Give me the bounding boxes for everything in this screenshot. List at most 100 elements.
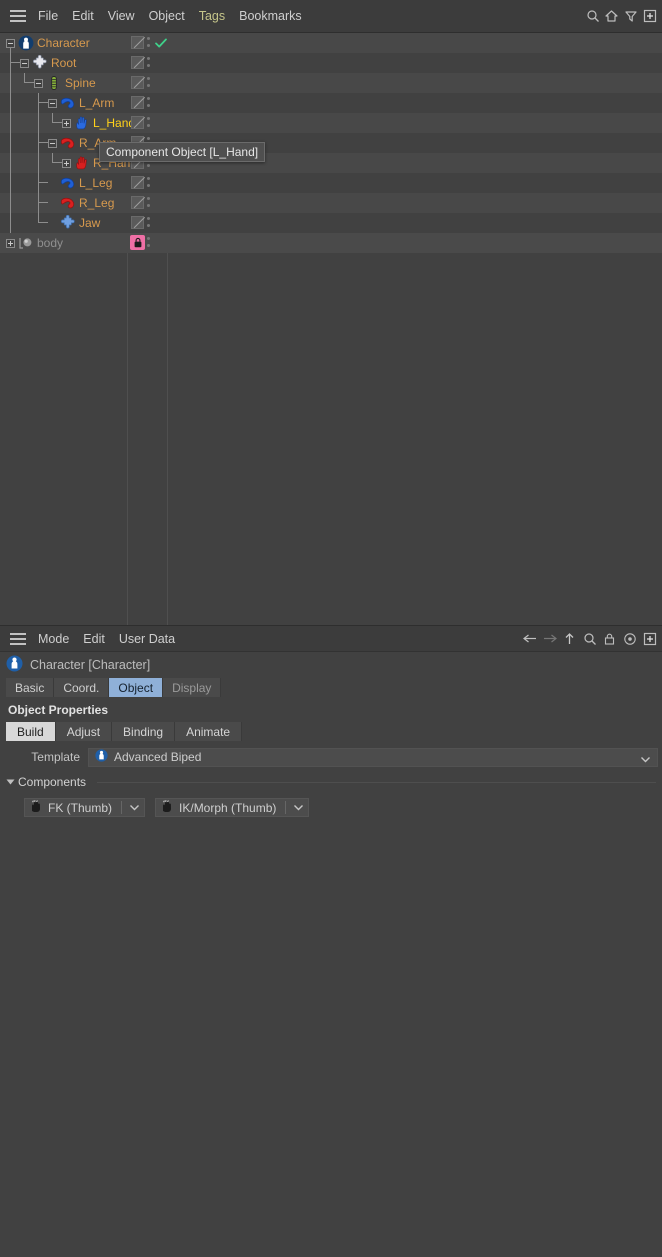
expander-r_arm[interactable] [48,139,57,148]
object-row-l_hand[interactable]: L_Hand [0,113,662,133]
home-icon[interactable] [603,6,620,26]
attribute-manager: Mode Edit User Data [0,625,662,1257]
check-icon[interactable] [154,36,168,50]
component-button-fk-thumb[interactable]: FK (Thumb) [24,798,145,817]
components-group-header[interactable]: Components [0,768,662,791]
tag-slot-button[interactable] [131,176,144,189]
chevron-down-icon[interactable] [640,753,651,767]
attribute-object-header: Character [Character] [0,652,662,678]
puzzle-white-icon [32,55,48,71]
menu-user-data[interactable]: User Data [112,629,182,649]
tree-connector [38,133,39,153]
tag-slot-button[interactable] [131,196,144,209]
row-options-dots[interactable] [147,117,151,130]
leg-red-icon [60,195,76,211]
row-options-dots[interactable] [147,217,151,230]
chevron-down-icon[interactable] [293,801,304,815]
menu-edit[interactable]: Edit [65,6,101,26]
add-box-icon[interactable] [641,6,658,26]
object-row-root[interactable]: Root [0,53,662,73]
menu-bookmarks[interactable]: Bookmarks [232,6,309,26]
subtab-binding[interactable]: Binding [112,722,175,741]
row-options-dots[interactable] [147,237,151,250]
object-name-label: Jaw [79,213,100,233]
menu-object[interactable]: Object [142,6,192,26]
expander-body[interactable] [6,239,15,248]
expander-r_hand[interactable] [62,159,71,168]
tree-connector [38,202,48,203]
template-dropdown[interactable]: Advanced Biped [88,748,658,767]
object-name-label: R_Leg [79,193,114,213]
tab-display[interactable]: Display [163,678,221,697]
tag-slot-button[interactable] [131,76,144,89]
hamburger-icon[interactable] [5,629,31,648]
object-row-r_leg[interactable]: R_Leg [0,193,662,213]
object-row-spine[interactable]: Spine [0,73,662,93]
menu-view[interactable]: View [101,6,142,26]
search-icon[interactable] [581,629,598,649]
row-options-dots[interactable] [147,177,151,190]
lock-icon[interactable] [130,235,145,250]
object-row-l_leg[interactable]: L_Leg [0,173,662,193]
menu-mode[interactable]: Mode [31,629,76,649]
triangle-down-icon[interactable] [7,780,15,785]
tree-connector [38,182,48,183]
subtab-adjust[interactable]: Adjust [56,722,112,741]
menu-tags[interactable]: Tags [192,6,232,26]
target-icon[interactable] [621,629,638,649]
tree-connector [38,173,39,193]
filter-icon[interactable] [622,6,639,26]
row-options-dots[interactable] [147,77,151,90]
template-value: Advanced Biped [114,750,201,764]
object-properties-subtabs[interactable]: Build Adjust Binding Animate [0,722,662,741]
object-name-label: Spine [65,73,96,93]
subtab-build[interactable]: Build [6,722,56,741]
expander-root[interactable] [20,59,29,68]
tab-object[interactable]: Object [109,678,163,697]
subtab-animate[interactable]: Animate [175,722,242,741]
tree-connector [38,142,48,143]
back-arrow-icon[interactable] [521,629,538,649]
tag-slot-button[interactable] [131,56,144,69]
row-options-dots[interactable] [147,97,151,110]
object-row-body[interactable]: body [0,233,662,253]
object-row-l_arm[interactable]: L_Arm [0,93,662,113]
tree-connector [10,173,11,193]
row-options-dots[interactable] [147,57,151,70]
expander-l_arm[interactable] [48,99,57,108]
tooltip-component-object: Component Object [L_Hand] [99,142,265,162]
tag-slot-button[interactable] [131,116,144,129]
expander-character[interactable] [6,39,15,48]
tree-connector [52,122,62,123]
component-button-ik-morph-thumb[interactable]: IK/Morph (Thumb) [155,798,309,817]
lock-icon[interactable] [601,629,618,649]
up-arrow-icon[interactable] [561,629,578,649]
expander-spine[interactable] [34,79,43,88]
row-options-dots[interactable] [147,37,151,50]
hand-dark-icon [29,799,43,816]
object-row-character[interactable]: Character [0,33,662,53]
search-icon[interactable] [584,6,601,26]
attribute-tabs[interactable]: Basic Coord. Object Display [0,678,662,697]
attribute-toolbar-icons [521,629,662,649]
components-button-row: FK (Thumb) IK/Morph (Thumb) [0,791,662,817]
object-row-jaw[interactable]: Jaw [0,213,662,233]
add-box-icon[interactable] [641,629,658,649]
forward-arrow-icon[interactable] [541,629,558,649]
tab-basic[interactable]: Basic [6,678,54,697]
tab-coord[interactable]: Coord. [54,678,109,697]
object-manager[interactable]: CharacterRootSpineL_ArmL_HandR_ArmR_Hand… [0,33,662,625]
arm-blue-icon [60,95,76,111]
main-menubar: File Edit View Object Tags Bookmarks [0,0,662,33]
tag-slot-button[interactable] [131,96,144,109]
tag-slot-button[interactable] [131,36,144,49]
tree-connector [10,193,11,213]
menu-edit[interactable]: Edit [76,629,112,649]
hamburger-icon[interactable] [5,5,31,27]
row-options-dots[interactable] [147,197,151,210]
tag-slot-button[interactable] [131,216,144,229]
menu-file[interactable]: File [31,6,65,26]
expander-l_hand[interactable] [62,119,71,128]
object-name-label: L_Arm [79,93,114,113]
chevron-down-icon[interactable] [129,801,140,815]
